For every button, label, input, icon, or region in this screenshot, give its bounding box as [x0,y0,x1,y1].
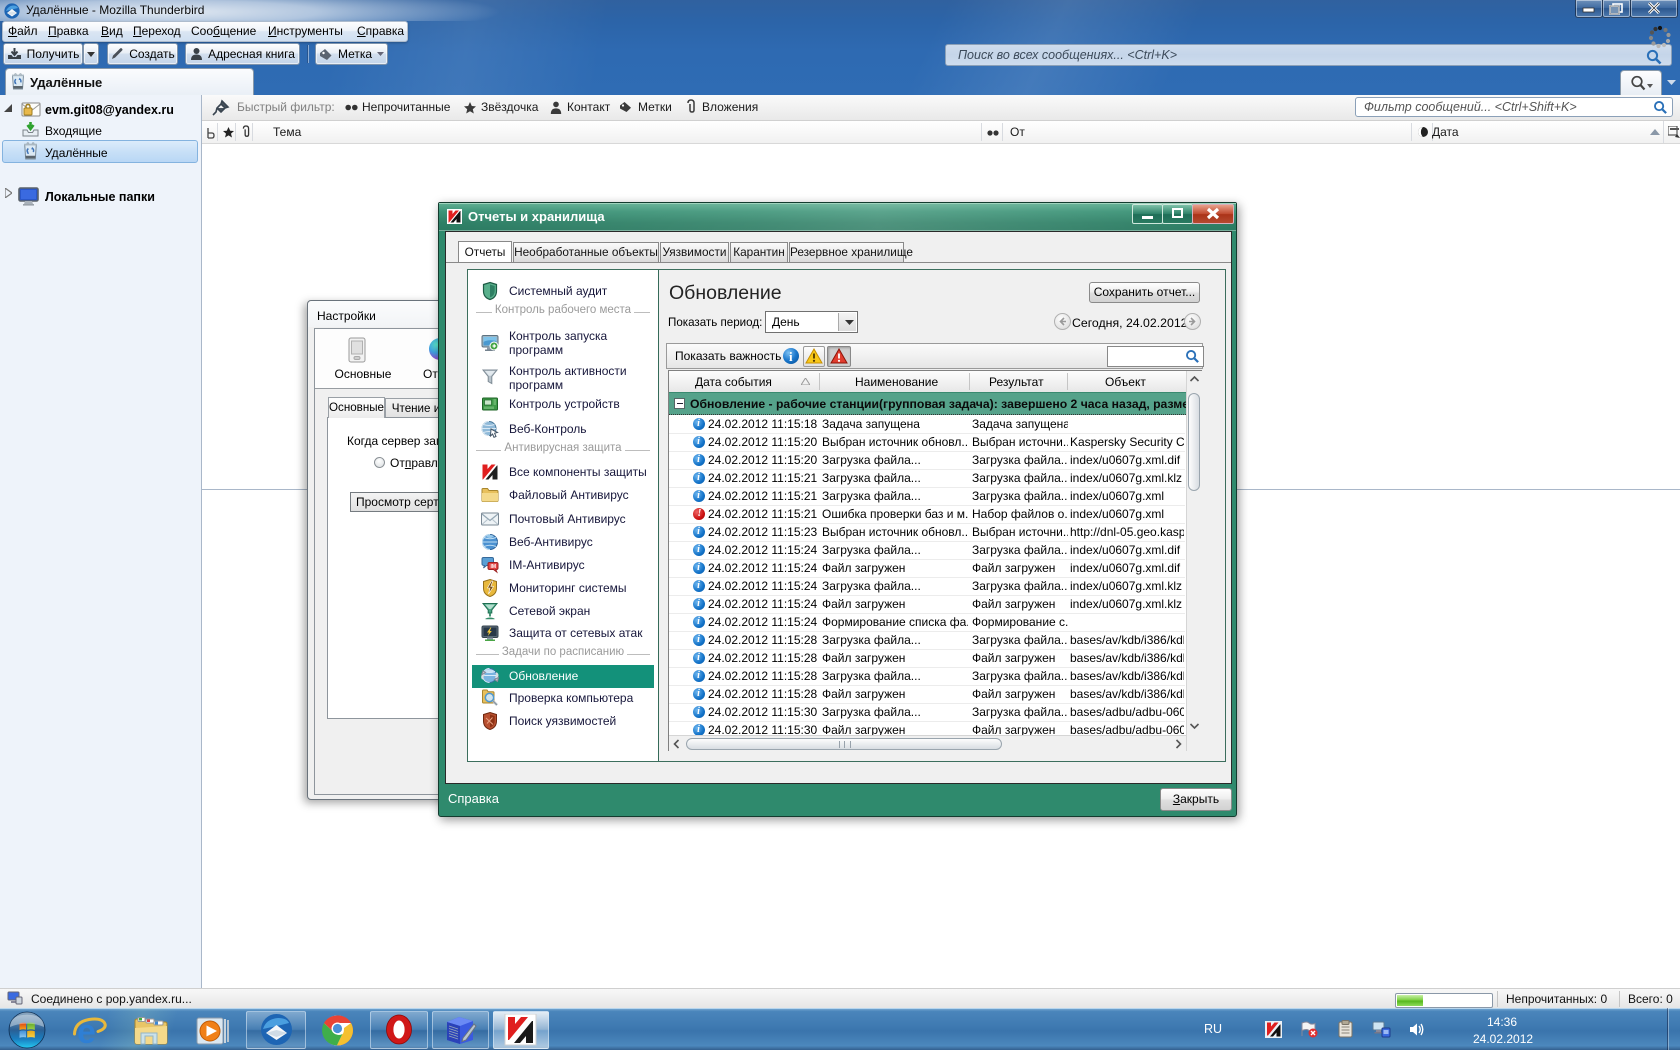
svg-text:IM: IM [491,564,497,570]
svg-text:i: i [789,349,793,364]
